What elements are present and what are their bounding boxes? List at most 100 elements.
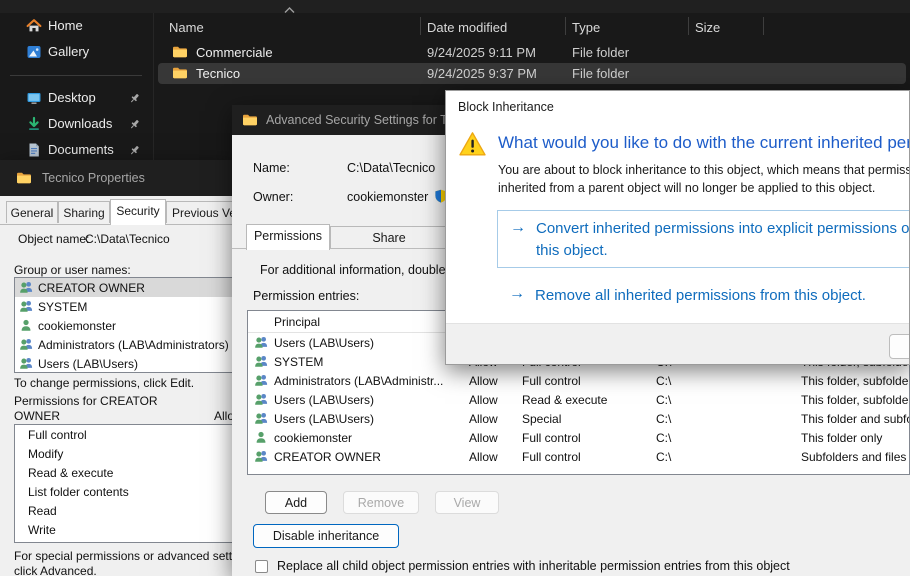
table-row[interactable]: Administrators (LAB\Administr... Allow F… — [248, 371, 909, 390]
tab-share[interactable]: Share — [330, 226, 448, 248]
properties-titlebar: Tecnico Properties — [0, 160, 237, 196]
group-icon — [254, 411, 269, 426]
add-button[interactable]: Add — [265, 491, 327, 514]
principal-name: Users (LAB\Users) — [38, 357, 138, 371]
permission-name: Full control — [28, 428, 87, 442]
folder-icon — [242, 112, 258, 128]
cell-type: Allow — [469, 393, 498, 407]
list-item[interactable]: CREATOR OWNER — [15, 278, 233, 297]
view-button[interactable]: View — [435, 491, 499, 514]
group-icon — [254, 354, 269, 369]
tab-security[interactable]: Security — [110, 199, 166, 225]
table-row[interactable]: Users (LAB\Users) Allow Special C:\ This… — [248, 409, 909, 428]
list-item[interactable]: Administrators (LAB\Administrators) — [15, 335, 233, 354]
cell-applies-to: Subfolders and files only — [801, 450, 910, 464]
group-icon — [19, 280, 34, 295]
cell-inherited-from: C:\ — [656, 431, 671, 445]
cell-access: Special — [522, 412, 561, 426]
file-row-commerciale[interactable]: Commerciale 9/24/2025 9:11 PM File folde… — [158, 42, 906, 63]
cell-type: Allow — [469, 431, 498, 445]
remove-permissions-command-link[interactable]: → Remove all inherited permissions from … — [497, 285, 910, 309]
principal-name: Administrators (LAB\Administrators) — [38, 338, 229, 352]
list-item[interactable]: Users (LAB\Users) — [15, 354, 233, 373]
sidebar-item-home[interactable]: Home — [6, 14, 152, 40]
list-item[interactable]: cookiemonster — [15, 316, 233, 335]
file-row-tecnico[interactable]: Tecnico 9/24/2025 9:37 PM File folder — [158, 63, 906, 84]
cell-principal: Users (LAB\Users) — [274, 336, 374, 350]
folder-icon — [172, 44, 188, 60]
name-value: C:\Data\Tecnico — [347, 161, 435, 175]
permission-name: Modify — [28, 447, 63, 461]
object-name-label: Object name: — [18, 232, 89, 246]
remove-button[interactable]: Remove — [343, 491, 419, 514]
permission-name: Write — [28, 523, 56, 537]
pin-icon — [128, 92, 141, 105]
cell-type: Allow — [469, 450, 498, 464]
file-name: Commerciale — [196, 45, 273, 60]
tab-general[interactable]: General — [6, 201, 58, 223]
replace-permissions-checkbox[interactable] — [255, 560, 268, 573]
sidebar-item-label: Downloads — [48, 116, 112, 131]
tab-previous-versions[interactable]: Previous Versions — [166, 201, 237, 223]
tab-sharing[interactable]: Sharing — [58, 201, 110, 223]
disable-inheritance-button[interactable]: Disable inheritance — [253, 524, 399, 548]
convert-permissions-command-link[interactable]: → Convert inherited permissions into exp… — [497, 210, 910, 268]
gallery-icon — [26, 44, 42, 60]
list-item[interactable]: SYSTEM — [15, 297, 233, 316]
pin-icon — [128, 118, 141, 131]
downloads-icon — [26, 116, 42, 132]
file-date: 9/24/2025 9:11 PM — [427, 45, 536, 60]
table-header-principal[interactable]: Principal — [274, 315, 320, 329]
cell-type: Allow — [469, 412, 498, 426]
cell-principal: SYSTEM — [274, 355, 323, 369]
cell-principal: CREATOR OWNER — [274, 450, 381, 464]
file-date: 9/24/2025 9:37 PM — [427, 66, 537, 81]
window-title: Block Inheritance — [458, 100, 554, 114]
table-row[interactable]: cookiemonster Allow Full control C:\ Thi… — [248, 428, 909, 447]
sidebar-item-gallery[interactable]: Gallery — [6, 40, 152, 66]
sidebar-divider — [10, 75, 142, 76]
sidebar-item-downloads[interactable]: Downloads — [6, 112, 152, 138]
column-header-type[interactable]: Type — [572, 20, 600, 35]
column-header-name[interactable]: Name — [169, 20, 204, 35]
column-header-date-modified[interactable]: Date modified — [427, 20, 507, 35]
cancel-button[interactable]: Cancel — [889, 334, 910, 359]
cell-principal: Users (LAB\Users) — [274, 393, 374, 407]
sort-ascending-icon — [284, 7, 295, 14]
tecnico-properties-dialog: Tecnico Properties General Sharing Secur… — [0, 160, 237, 576]
dialog-body-line2: inherited from a parent object will no l… — [498, 181, 875, 195]
table-row[interactable]: Users (LAB\Users) Allow Read & execute C… — [248, 390, 909, 409]
column-separator[interactable] — [763, 17, 764, 35]
dialog-body-line1: You are about to block inheritance to th… — [498, 163, 910, 177]
cell-inherited-from: C:\ — [656, 450, 671, 464]
name-label: Name: — [253, 161, 290, 175]
block-inheritance-dialog: Block Inheritance What would you like to… — [445, 90, 910, 365]
group-user-list[interactable]: CREATOR OWNER SYSTEM cookiemonster Admin… — [14, 277, 234, 373]
table-row[interactable]: CREATOR OWNER Allow Full control C:\ Sub… — [248, 447, 909, 466]
arrow-right-icon: → — [509, 285, 525, 303]
permissions-for-label-line1: Permissions for CREATOR — [14, 394, 158, 408]
permissions-for-label-line2: OWNER — [14, 409, 60, 423]
cell-applies-to: This folder, subfolders and files — [801, 393, 910, 407]
group-icon — [254, 392, 269, 407]
folder-icon — [172, 65, 188, 81]
permissions-list[interactable]: Full control Modify Read & execute List … — [14, 424, 234, 543]
sidebar-item-desktop[interactable]: Desktop — [6, 86, 152, 112]
cell-principal: cookiemonster — [274, 431, 352, 445]
cell-type: Allow — [469, 374, 498, 388]
permission-name: Special permissions — [28, 542, 135, 543]
column-separator[interactable] — [565, 17, 566, 35]
warning-icon — [459, 131, 486, 157]
tab-permissions[interactable]: Permissions — [246, 224, 330, 250]
cell-inherited-from: C:\ — [656, 393, 671, 407]
explorer-toolbar-strip — [0, 0, 910, 13]
object-name-value: C:\Data\Tecnico — [85, 232, 170, 246]
documents-icon — [26, 142, 42, 158]
dialog-heading: What would you like to do with the curre… — [498, 133, 910, 153]
principal-name: SYSTEM — [38, 300, 87, 314]
column-separator[interactable] — [688, 17, 689, 35]
column-separator[interactable] — [420, 17, 421, 35]
principal-name: cookiemonster — [38, 319, 116, 333]
column-header-size[interactable]: Size — [695, 20, 720, 35]
group-icon — [19, 337, 34, 352]
